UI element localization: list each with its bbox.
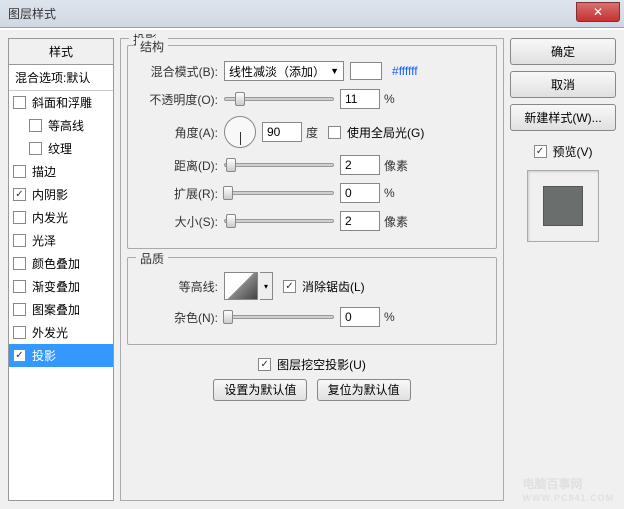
style-item[interactable]: 渐变叠加 [9,275,113,298]
style-checkbox[interactable] [13,96,26,109]
style-checkbox[interactable] [13,280,26,293]
contour-label: 等高线: [138,278,218,295]
angle-unit: 度 [306,124,318,141]
size-slider[interactable] [224,219,334,223]
style-item[interactable]: 外发光 [9,321,113,344]
style-checkbox[interactable] [13,303,26,316]
style-label: 等高线 [48,117,84,134]
style-item[interactable]: ✓ 投影 [9,344,113,367]
style-item[interactable]: 光泽 [9,229,113,252]
opacity-input[interactable]: 11 [340,89,380,109]
style-label: 颜色叠加 [32,255,80,272]
ok-button[interactable]: 确定 [510,38,616,65]
reset-default-button[interactable]: 复位为默认值 [317,379,411,401]
spread-unit: % [384,186,395,200]
noise-unit: % [384,310,395,324]
right-column: 确定 取消 新建样式(W)... ✓ 预览(V) [510,38,616,501]
main-area: 投影 结构 混合模式(B): 线性减淡（添加） #ffffff 不透明度(O):… [120,38,504,501]
distance-input[interactable]: 2 [340,155,380,175]
style-label: 外发光 [32,324,68,341]
opacity-label: 不透明度(O): [138,91,218,108]
style-checkbox[interactable]: ✓ [13,349,26,362]
spread-slider[interactable] [224,191,334,195]
opacity-slider[interactable] [224,97,334,101]
style-label: 内发光 [32,209,68,226]
knockout-checkbox[interactable]: ✓ [258,358,271,371]
quality-fieldset: 品质 等高线: ▾ ✓ 消除锯齿(L) 杂色(N): 0 % [127,257,497,345]
style-label: 描边 [32,163,56,180]
cancel-button[interactable]: 取消 [510,71,616,98]
spread-label: 扩展(R): [138,185,218,202]
angle-dial[interactable] [224,116,256,148]
style-checkbox[interactable]: ✓ [13,188,26,201]
style-item[interactable]: 颜色叠加 [9,252,113,275]
angle-input[interactable]: 90 [262,122,302,142]
noise-input[interactable]: 0 [340,307,380,327]
styles-header: 样式 [9,39,113,65]
size-label: 大小(S): [138,213,218,230]
blend-options-row[interactable]: 混合选项:默认 [9,65,113,91]
style-item[interactable]: ✓ 内阴影 [9,183,113,206]
spread-input[interactable]: 0 [340,183,380,203]
styles-list: 样式 混合选项:默认 斜面和浮雕等高线纹理描边 ✓ 内阴影内发光光泽颜色叠加渐变叠加… [8,38,114,501]
style-checkbox[interactable] [13,234,26,247]
style-label: 图案叠加 [32,301,80,318]
style-item[interactable]: 描边 [9,160,113,183]
style-label: 投影 [32,347,56,364]
style-item[interactable]: 等高线 [9,114,113,137]
distance-unit: 像素 [384,157,408,174]
noise-slider[interactable] [224,315,334,319]
structure-fieldset: 结构 混合模式(B): 线性减淡（添加） #ffffff 不透明度(O): 11… [127,45,497,249]
preview-checkbox[interactable]: ✓ [534,145,547,158]
blend-mode-select[interactable]: 线性减淡（添加） [224,61,344,81]
color-hex: #ffffff [392,64,418,78]
global-light-checkbox[interactable] [328,126,341,139]
structure-legend: 结构 [136,38,168,55]
size-unit: 像素 [384,213,408,230]
noise-label: 杂色(N): [138,309,218,326]
style-checkbox[interactable] [13,165,26,178]
style-item[interactable]: 斜面和浮雕 [9,91,113,114]
preview-swatch [543,186,583,226]
style-checkbox[interactable] [29,119,42,132]
preview-box [527,170,599,242]
contour-dropdown[interactable]: ▾ [260,272,273,300]
style-item[interactable]: 图案叠加 [9,298,113,321]
new-style-button[interactable]: 新建样式(W)... [510,104,616,131]
style-label: 渐变叠加 [32,278,80,295]
window-title: 图层样式 [8,5,56,22]
style-item[interactable]: 内发光 [9,206,113,229]
distance-label: 距离(D): [138,157,218,174]
contour-picker[interactable] [224,272,258,300]
titlebar: 图层样式 ✕ [0,0,624,28]
global-light-label: 使用全局光(G) [347,124,424,141]
distance-slider[interactable] [224,163,334,167]
close-button[interactable]: ✕ [576,2,620,22]
dialog-body: 样式 混合选项:默认 斜面和浮雕等高线纹理描边 ✓ 内阴影内发光光泽颜色叠加渐变叠加… [0,28,624,509]
antialias-label: 消除锯齿(L) [302,278,365,295]
knockout-label: 图层挖空投影(U) [277,356,366,373]
style-checkbox[interactable] [13,211,26,224]
size-input[interactable]: 2 [340,211,380,231]
opacity-unit: % [384,92,395,106]
color-swatch[interactable] [350,62,382,80]
style-checkbox[interactable] [13,257,26,270]
close-icon: ✕ [593,5,603,19]
set-default-button[interactable]: 设置为默认值 [213,379,307,401]
angle-label: 角度(A): [138,124,218,141]
blend-mode-label: 混合模式(B): [138,63,218,80]
style-checkbox[interactable] [13,326,26,339]
preview-label: 预览(V) [553,143,593,160]
style-item[interactable]: 纹理 [9,137,113,160]
style-label: 斜面和浮雕 [32,94,92,111]
style-label: 纹理 [48,140,72,157]
style-label: 光泽 [32,232,56,249]
style-label: 内阴影 [32,186,68,203]
antialias-checkbox[interactable]: ✓ [283,280,296,293]
style-checkbox[interactable] [29,142,42,155]
quality-legend: 品质 [136,250,168,267]
blend-mode-value: 线性减淡（添加） [229,63,325,80]
